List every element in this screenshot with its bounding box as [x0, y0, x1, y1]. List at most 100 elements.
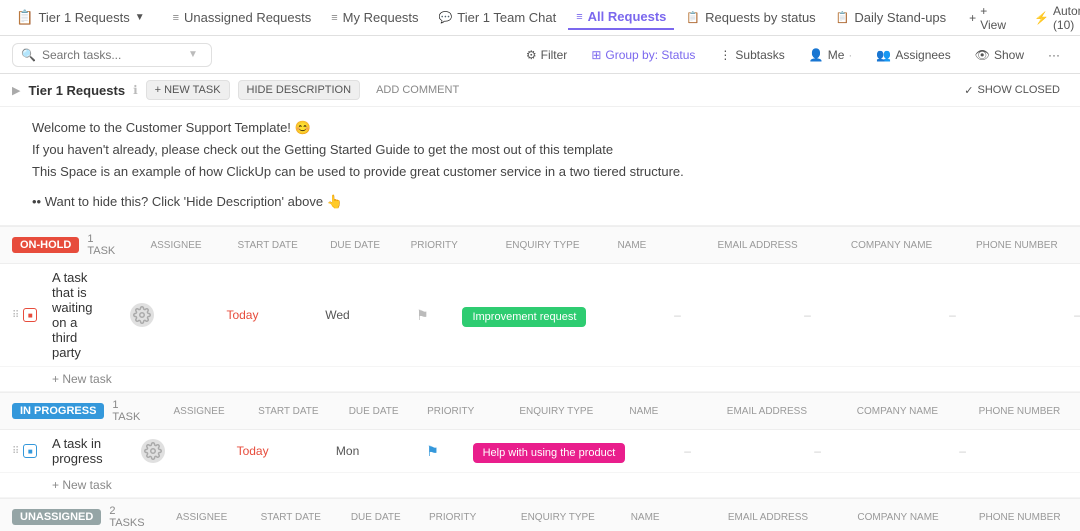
new-task-button[interactable]: + NEW TASK: [146, 80, 230, 100]
tab-all-requests[interactable]: ≡ All Requests: [568, 5, 674, 30]
group-col-assignee: ASSIGNEE: [134, 240, 218, 251]
drag-handle-icon: ⠿: [12, 310, 19, 321]
subtasks-label: Subtasks: [735, 48, 784, 62]
assignees-icon: 👥: [876, 48, 891, 62]
group-in-progress-header[interactable]: IN PROGRESS 1 TASK ASSIGNEE START DATE D…: [0, 392, 1080, 430]
col-due-3: DUE DATE: [339, 512, 412, 523]
col-assignee-2: ASSIGNEE: [158, 406, 239, 417]
task-table: ON-HOLD 1 TASK ASSIGNEE START DATE DUE D…: [0, 226, 1080, 531]
view-label: + View: [980, 4, 1006, 32]
phone-cell: –: [1022, 308, 1080, 322]
filter-button[interactable]: ⚙ Filter: [518, 44, 575, 66]
hint-text: •• Want to hide this? Click 'Hide Descri…: [32, 191, 343, 213]
group-by-label: Group by: Status: [605, 48, 695, 62]
add-comment-button[interactable]: ADD COMMENT: [368, 81, 467, 99]
group-by-button[interactable]: ⊞ Group by: Status: [583, 44, 703, 66]
assignee-cell: [92, 303, 192, 327]
tab-team-chat[interactable]: 💬 Tier 1 Team Chat: [431, 6, 565, 29]
group-col-priority: PRIORITY: [401, 240, 468, 251]
company-cell: –: [882, 308, 1022, 322]
info-icon: ℹ: [133, 83, 138, 97]
show-closed-button[interactable]: ✓ SHOW CLOSED: [956, 81, 1068, 100]
automate-icon: ⚡: [1034, 11, 1049, 25]
subtasks-button[interactable]: ⋮ Subtasks: [711, 44, 792, 66]
group-col-name: NAME: [617, 240, 709, 251]
hide-description-button[interactable]: HIDE DESCRIPTION: [238, 80, 361, 100]
col-name-2: NAME: [629, 406, 718, 417]
enquiry-badge: Improvement request: [462, 307, 586, 327]
task-checkbox-cell: ⠿ ■: [12, 308, 52, 322]
group-icon: ⊞: [591, 48, 601, 62]
more-icon: ···: [1048, 48, 1060, 62]
company-cell: –: [893, 444, 1033, 458]
tab-icon: ≡: [173, 12, 179, 24]
tab-label: Unassigned Requests: [184, 10, 311, 25]
check-icon: ✓: [964, 84, 973, 97]
workspace-icon: 📋: [16, 9, 33, 26]
more-options-button[interactable]: ···: [1040, 44, 1068, 66]
col-email-2: EMAIL ADDRESS: [727, 406, 849, 417]
tab-label: My Requests: [343, 10, 419, 25]
checkbox-inner: ■: [28, 311, 33, 320]
tab-daily-standups[interactable]: 📋 Daily Stand-ups: [828, 6, 954, 29]
collapse-icon: ▶: [12, 84, 20, 97]
enquiry-type-cell: Help with using the product: [473, 444, 633, 459]
group-badge-on-hold: ON-HOLD: [12, 237, 79, 253]
automate-button[interactable]: ⚡ Automate (10) ▼: [1023, 0, 1080, 36]
col-enquiry-2: ENQUIRY TYPE: [491, 406, 621, 417]
me-button[interactable]: 👤 Me ·: [801, 44, 861, 66]
col-company-3: COMPANY NAME: [857, 512, 970, 523]
tab-requests-by-status[interactable]: 📋 Requests by status: [678, 6, 823, 29]
tab-icon: ≡: [331, 12, 337, 24]
group-col-company: COMPANY NAME: [851, 240, 968, 251]
drag-handle-icon: ⠿: [12, 446, 19, 457]
tab-my-requests[interactable]: ≡ My Requests: [323, 6, 426, 29]
workspace-chevron: ▼: [135, 12, 145, 23]
col-assignee-3: ASSIGNEE: [161, 512, 242, 523]
avatar: [130, 303, 154, 327]
email-cell: –: [743, 444, 893, 458]
plus-icon: +: [969, 11, 976, 25]
col-company-2: COMPANY NAME: [857, 406, 971, 417]
task-status-checkbox[interactable]: ■: [23, 308, 37, 322]
gear-icon: [144, 442, 162, 460]
view-button[interactable]: + + View: [958, 0, 1017, 36]
group-col-email: EMAIL ADDRESS: [717, 240, 842, 251]
flag-low-icon: ⚑: [416, 307, 429, 324]
add-task-in-progress[interactable]: + New task: [0, 473, 1080, 498]
description-line-2: If you haven't already, please check out…: [32, 139, 1048, 161]
nav-right-actions: + + View ⚡ Automate (10) ▼ ⬆ Share: [958, 0, 1080, 36]
tab-icon: 📋: [836, 11, 850, 24]
group-col-due: DUE DATE: [317, 240, 392, 251]
name-cell: –: [622, 308, 732, 322]
page-title: Tier 1 Requests: [28, 83, 125, 98]
tab-label: All Requests: [588, 9, 667, 24]
col-enquiry-3: ENQUIRY TYPE: [493, 512, 623, 523]
search-box[interactable]: 🔍 ▼: [12, 43, 212, 67]
search-input[interactable]: [42, 48, 182, 62]
task-title: A task in progress: [52, 436, 103, 466]
assignees-button[interactable]: 👥 Assignees: [868, 44, 958, 66]
task-name-cell: A task in progress: [52, 436, 103, 466]
show-button[interactable]: 👁 Show: [967, 44, 1032, 66]
tab-icon: ≡: [576, 11, 582, 23]
me-label: Me: [828, 48, 845, 62]
workspace-label: Tier 1 Requests: [38, 10, 129, 25]
group-unassigned-header[interactable]: UNASSIGNED 2 TASKS ASSIGNEE START DATE D…: [0, 498, 1080, 531]
top-navigation: 📋 Tier 1 Requests ▼ ≡ Unassigned Request…: [0, 0, 1080, 36]
toolbar: 🔍 ▼ ⚙ Filter ⊞ Group by: Status ⋮ Subtas…: [0, 36, 1080, 74]
add-task-on-hold[interactable]: + New task: [0, 367, 1080, 392]
group-col-enquiry: ENQUIRY TYPE: [476, 240, 610, 251]
workspace-selector[interactable]: 📋 Tier 1 Requests ▼: [8, 5, 153, 30]
enquiry-type-cell: Improvement request: [462, 308, 622, 323]
col-start-3: START DATE: [250, 512, 331, 523]
description-line-1: Welcome to the Customer Support Template…: [32, 117, 1048, 139]
tab-label: Requests by status: [705, 10, 816, 25]
col-priority-3: PRIORITY: [420, 512, 485, 523]
col-phone-3: PHONE NUMBER: [979, 512, 1068, 523]
tab-unassigned-requests[interactable]: ≡ Unassigned Requests: [165, 6, 320, 29]
col-start-2: START DATE: [248, 406, 329, 417]
task-status-checkbox[interactable]: ■: [23, 444, 37, 458]
group-on-hold-header[interactable]: ON-HOLD 1 TASK ASSIGNEE START DATE DUE D…: [0, 226, 1080, 264]
chevron-down-icon: ▼: [188, 49, 198, 60]
